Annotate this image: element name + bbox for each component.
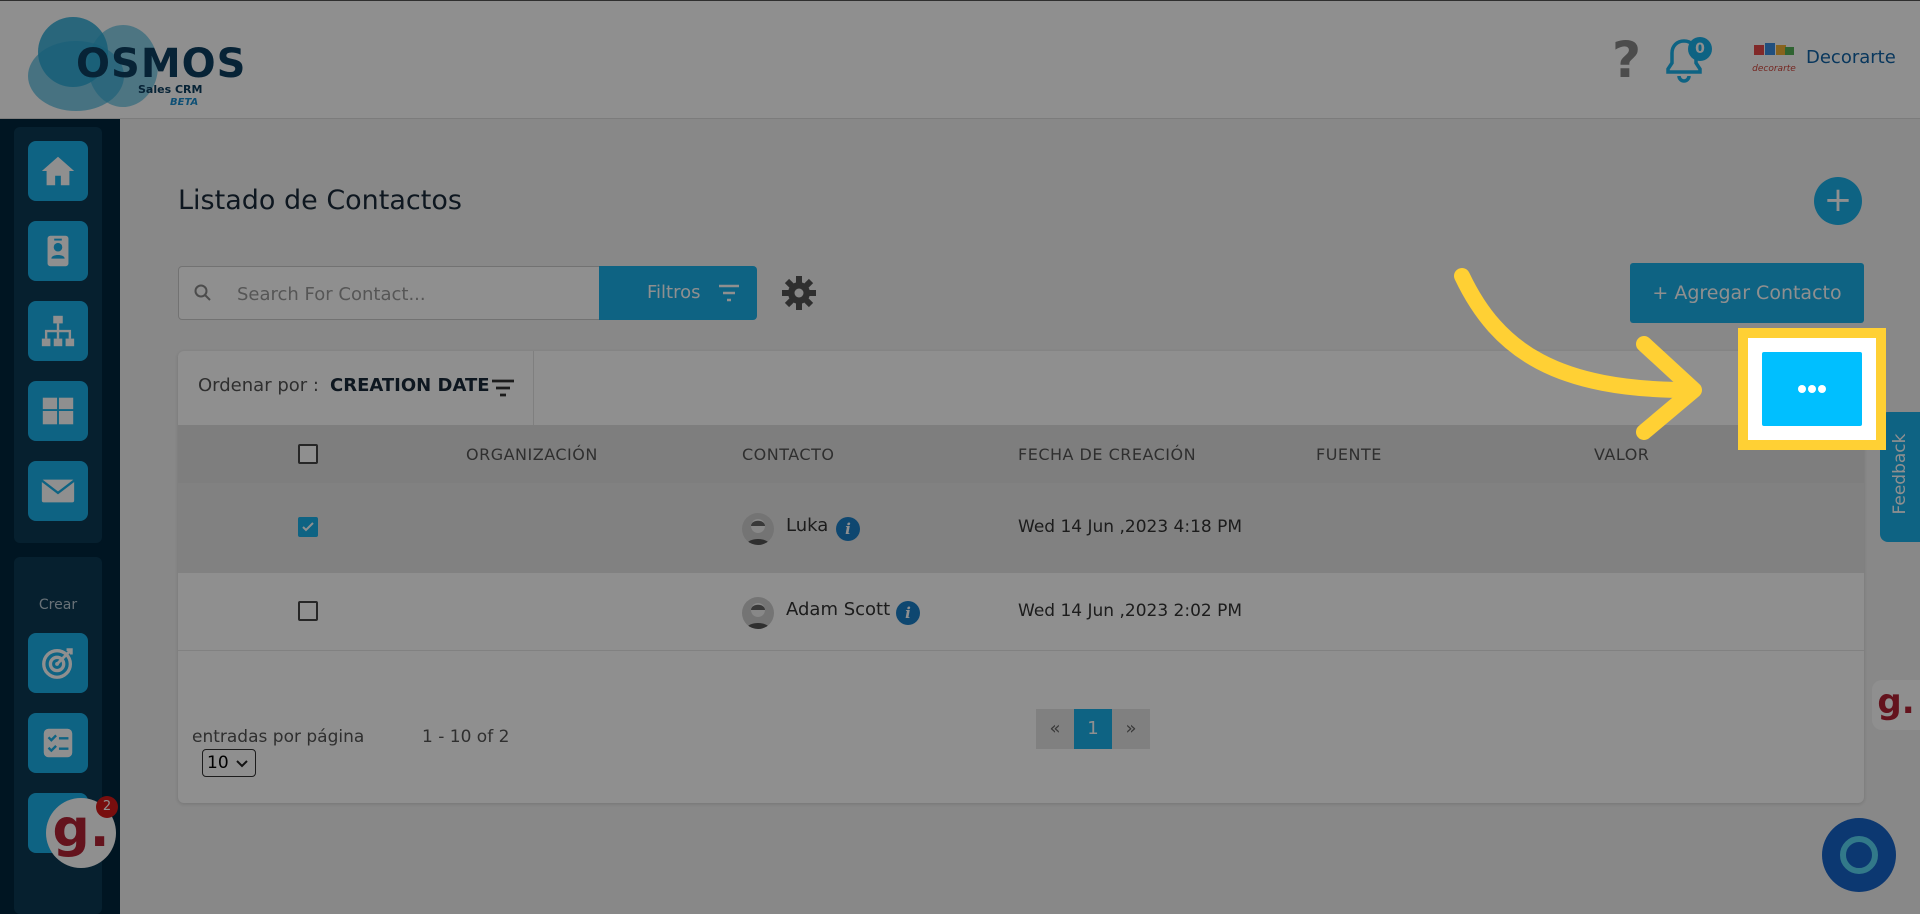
notification-badge: 0 bbox=[1688, 37, 1712, 61]
row-checkbox[interactable] bbox=[298, 517, 318, 537]
sidebar-item-mail[interactable] bbox=[28, 461, 88, 521]
sidebar-item-organizations[interactable] bbox=[28, 301, 88, 361]
contact-card-icon bbox=[47, 235, 69, 267]
create-item-goal[interactable] bbox=[28, 633, 88, 693]
feedback-tab[interactable]: Feedback bbox=[1880, 412, 1920, 542]
contact-name[interactable]: Luka bbox=[786, 515, 828, 536]
sidebar: Crear bbox=[0, 119, 120, 914]
created-date: Wed 14 Jun ,2023 4:18 PM bbox=[1018, 517, 1243, 537]
info-icon[interactable]: i bbox=[896, 601, 920, 625]
table-row[interactable]: Luka i Wed 14 Jun ,2023 4:18 PM bbox=[178, 483, 1864, 573]
row-checkbox[interactable] bbox=[298, 601, 318, 621]
column-header[interactable]: ORGANIZACIÓN bbox=[466, 445, 598, 464]
sort-icon bbox=[492, 379, 514, 397]
page-next-button[interactable]: » bbox=[1112, 709, 1150, 749]
gear-icon[interactable] bbox=[780, 274, 818, 312]
avatar bbox=[742, 513, 774, 545]
contact-name[interactable]: Adam Scott bbox=[786, 599, 890, 620]
dashboard-grid-icon bbox=[42, 397, 74, 425]
g-side-widget[interactable]: g. bbox=[1872, 680, 1920, 730]
logo-subtitle: Sales CRM bbox=[138, 83, 203, 96]
info-icon[interactable]: i bbox=[836, 517, 860, 541]
filters-label: Filtros bbox=[647, 282, 701, 303]
page-prev-button[interactable]: « bbox=[1036, 709, 1074, 749]
created-date: Wed 14 Jun ,2023 2:02 PM bbox=[1018, 601, 1243, 621]
column-header[interactable]: FECHA DE CREACIÓN bbox=[1018, 445, 1196, 464]
page-title: Listado de Contactos bbox=[178, 185, 462, 216]
sort-value: CREATION DATE bbox=[330, 375, 490, 396]
entries-per-page-label: entradas por página bbox=[192, 727, 365, 747]
main-content: Listado de Contactos + Filtros + Agregar… bbox=[120, 119, 1920, 914]
avatar-person-icon bbox=[746, 519, 770, 545]
filter-icon bbox=[719, 284, 739, 302]
avatar bbox=[742, 597, 774, 629]
sidebar-item-home[interactable] bbox=[28, 141, 88, 201]
table-row[interactable]: Adam Scott i Wed 14 Jun ,2023 2:02 PM bbox=[178, 573, 1864, 651]
company-name[interactable]: Decorarte bbox=[1806, 47, 1896, 68]
add-fab-button[interactable]: + bbox=[1814, 177, 1862, 225]
osmos-logo[interactable]: OSMOS Sales CRM BETA bbox=[28, 11, 245, 111]
column-header[interactable]: VALOR bbox=[1594, 445, 1649, 464]
pagination-range: 1 - 10 of 2 bbox=[422, 727, 510, 747]
dot-icon bbox=[1818, 385, 1826, 393]
column-header[interactable]: CONTACTO bbox=[742, 445, 834, 464]
mail-icon bbox=[41, 479, 75, 503]
search-input[interactable] bbox=[235, 277, 585, 311]
chevron-down-icon bbox=[236, 760, 248, 768]
home-icon bbox=[41, 156, 75, 186]
search-icon bbox=[194, 284, 211, 301]
company-logo-text: decorarte bbox=[1752, 64, 1796, 74]
sort-control[interactable]: Ordenar por : CREATION DATE bbox=[178, 351, 534, 425]
logo-beta-tag: BETA bbox=[170, 97, 199, 108]
g-help-badge: 2 bbox=[96, 796, 118, 818]
sidebar-item-dashboard[interactable] bbox=[28, 381, 88, 441]
per-page-value: 10 bbox=[207, 753, 229, 773]
feedback-label: Feedback bbox=[1890, 433, 1910, 515]
search-box bbox=[178, 266, 600, 320]
avatar-person-icon bbox=[746, 603, 770, 629]
sort-label: Ordenar por : bbox=[198, 375, 319, 396]
create-item-task[interactable] bbox=[28, 713, 88, 773]
chat-launcher-button[interactable] bbox=[1822, 818, 1896, 892]
column-header[interactable]: FUENTE bbox=[1316, 445, 1382, 464]
sidebar-nav-group bbox=[14, 127, 102, 543]
sidebar-item-contacts[interactable] bbox=[28, 221, 88, 281]
chat-ring-icon bbox=[1840, 836, 1878, 874]
filters-button[interactable]: Filtros bbox=[599, 266, 757, 320]
pointer-arrow-icon bbox=[1454, 268, 1702, 440]
help-icon[interactable]: ? bbox=[1612, 35, 1641, 85]
checklist-icon bbox=[43, 728, 73, 758]
pagination: « 1 » bbox=[1036, 709, 1150, 749]
page-current-button[interactable]: 1 bbox=[1074, 709, 1112, 749]
create-section-label: Crear bbox=[38, 597, 78, 613]
org-chart-icon bbox=[41, 315, 75, 347]
dot-icon bbox=[1808, 385, 1816, 393]
target-icon bbox=[42, 648, 73, 679]
top-bar: OSMOS Sales CRM BETA ? 0 decorarte Decor… bbox=[0, 0, 1920, 119]
select-all-checkbox[interactable] bbox=[298, 444, 318, 464]
per-page-select[interactable]: 10 bbox=[202, 749, 256, 777]
logo-brand: OSMOS bbox=[76, 41, 247, 87]
more-options-button[interactable] bbox=[1762, 352, 1862, 426]
company-logo-icon[interactable]: decorarte bbox=[1752, 41, 1796, 79]
app-root: { "app": {"brand": "OSMOS", "brand_sub":… bbox=[0, 0, 1920, 914]
check-icon bbox=[302, 522, 314, 532]
dot-icon bbox=[1798, 385, 1806, 393]
